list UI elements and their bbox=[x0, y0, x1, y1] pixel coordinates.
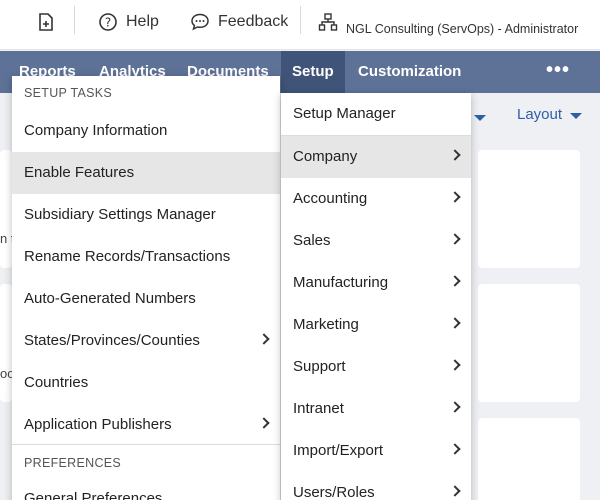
account-name[interactable]: NGL Consulting (ServOps) - Administrator bbox=[346, 22, 578, 36]
menu-item-support[interactable]: Support bbox=[281, 346, 471, 388]
feedback-icon bbox=[191, 13, 209, 31]
menu-item-label: Marketing bbox=[293, 316, 359, 333]
top-utility-bar: ? Help Feedback NGL Consulting (ServOps)… bbox=[0, 0, 600, 50]
dashboard-portlet bbox=[0, 150, 12, 268]
chevron-down-icon bbox=[570, 112, 583, 119]
menu-item-label: Import/Export bbox=[293, 442, 384, 459]
menu-item-states-provinces-counties[interactable]: States/Provinces/Counties bbox=[12, 320, 280, 362]
help-icon: ? bbox=[99, 13, 117, 31]
setup-tasks-heading: SETUP TASKS bbox=[24, 86, 113, 100]
menu-item-countries[interactable]: Countries bbox=[12, 362, 280, 404]
setup-tasks-menu: SETUP TASKS Company Information Enable F… bbox=[12, 76, 280, 500]
help-label: Help bbox=[126, 13, 159, 30]
dashboard-portlet bbox=[478, 284, 580, 402]
svg-text:?: ? bbox=[105, 16, 111, 30]
menu-item-label: Sales bbox=[293, 232, 331, 249]
menu-item-accounting[interactable]: Accounting bbox=[281, 178, 471, 220]
menu-item-manufacturing[interactable]: Manufacturing bbox=[281, 262, 471, 304]
chevron-right-icon bbox=[449, 443, 461, 455]
layout-label: Layout bbox=[517, 106, 563, 123]
menu-item-label: Support bbox=[293, 358, 346, 375]
account-switcher-button[interactable] bbox=[318, 0, 346, 44]
chevron-down-icon[interactable] bbox=[474, 115, 486, 121]
add-document-icon bbox=[39, 13, 53, 31]
chevron-right-icon bbox=[449, 317, 461, 329]
menu-item-company[interactable]: Company bbox=[281, 136, 471, 178]
chevron-right-icon bbox=[449, 275, 461, 287]
more-menu-icon[interactable]: ••• bbox=[546, 51, 570, 93]
chevron-right-icon bbox=[449, 401, 461, 413]
menu-item-marketing[interactable]: Marketing bbox=[281, 304, 471, 346]
menu-item-label: Intranet bbox=[293, 400, 344, 417]
menu-item-label: Company bbox=[293, 148, 358, 165]
menu-item-intranet[interactable]: Intranet bbox=[281, 388, 471, 430]
menu-divider bbox=[12, 444, 280, 445]
feedback-button[interactable]: Feedback bbox=[190, 0, 288, 44]
menu-item-application-publishers[interactable]: Application Publishers bbox=[12, 404, 280, 446]
toolbar-divider bbox=[74, 6, 75, 34]
nav-item-setup[interactable]: Setup bbox=[281, 51, 345, 93]
dashboard-portlet bbox=[0, 284, 12, 402]
menu-item-rename-records[interactable]: Rename Records/Transactions bbox=[12, 236, 280, 278]
toolbar-divider bbox=[300, 6, 301, 34]
menu-item-users-roles[interactable]: Users/Roles bbox=[281, 472, 471, 500]
nav-item-customization[interactable]: Customization bbox=[347, 51, 472, 93]
menu-item-sales[interactable]: Sales bbox=[281, 220, 471, 262]
menu-item-general-preferences[interactable]: General Preferences bbox=[12, 478, 280, 500]
dashboard-portlet bbox=[478, 150, 580, 268]
menu-item-label: Application Publishers bbox=[24, 416, 172, 433]
chevron-right-icon bbox=[258, 417, 270, 429]
menu-item-label: Users/Roles bbox=[293, 484, 375, 500]
chevron-right-icon bbox=[258, 333, 270, 345]
menu-item-label: Accounting bbox=[293, 190, 368, 207]
preferences-heading: PREFERENCES bbox=[24, 456, 122, 470]
menu-item-label: Manufacturing bbox=[293, 274, 389, 291]
chevron-right-icon bbox=[449, 485, 461, 497]
feedback-label: Feedback bbox=[218, 13, 289, 30]
org-chart-icon bbox=[318, 13, 338, 31]
menu-item-enable-features[interactable]: Enable Features bbox=[12, 152, 280, 194]
menu-item-auto-generated-numbers[interactable]: Auto-Generated Numbers bbox=[12, 278, 280, 320]
chevron-right-icon bbox=[449, 149, 461, 161]
menu-item-label: States/Provinces/Counties bbox=[24, 332, 200, 349]
menu-item-setup-manager[interactable]: Setup Manager bbox=[281, 93, 471, 135]
chevron-right-icon bbox=[449, 191, 461, 203]
chevron-right-icon bbox=[449, 233, 461, 245]
help-button[interactable]: ? Help bbox=[98, 0, 159, 44]
dashboard-portlet bbox=[478, 418, 580, 500]
add-document-button[interactable] bbox=[36, 0, 64, 44]
menu-item-company-information[interactable]: Company Information bbox=[12, 110, 280, 152]
layout-button[interactable]: Layout bbox=[517, 106, 583, 123]
setup-menu: Setup Manager Company Accounting Sales M… bbox=[281, 93, 471, 500]
chevron-right-icon bbox=[449, 359, 461, 371]
menu-item-subsidiary-settings-manager[interactable]: Subsidiary Settings Manager bbox=[12, 194, 280, 236]
menu-item-import-export[interactable]: Import/Export bbox=[281, 430, 471, 472]
